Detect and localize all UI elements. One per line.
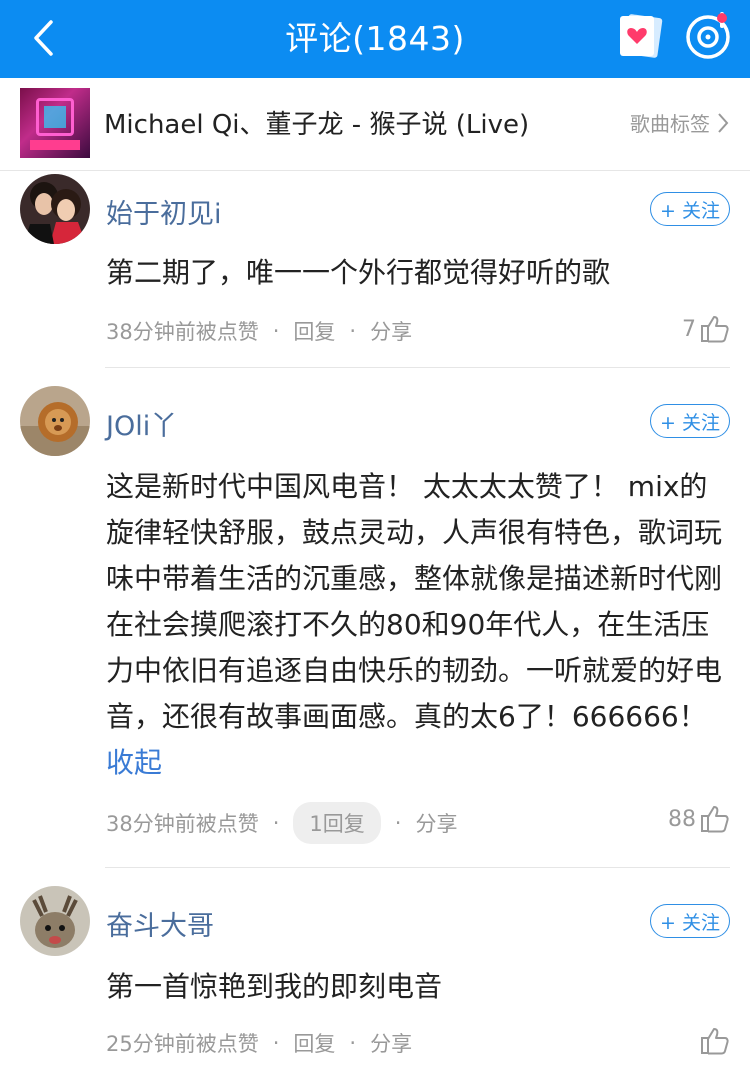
collapse-link[interactable]: 收起	[106, 746, 162, 779]
like-button[interactable]: 88	[668, 804, 730, 834]
reply-button[interactable]: 1回复	[293, 802, 381, 844]
reply-button[interactable]: 回复	[293, 316, 335, 346]
comment-item: JOli丫 + 关注 这是新时代中国风电音！ 太太太太赞了！ mix的旋律轻快舒…	[0, 368, 750, 868]
follow-button[interactable]: + 关注	[650, 192, 730, 226]
like-count: 7	[682, 316, 696, 342]
comment-meta: 25分钟前被点赞 · 回复 · 分享	[106, 1028, 412, 1058]
top-bar: 评论(1843)	[0, 0, 750, 78]
follow-button[interactable]: + 关注	[650, 904, 730, 938]
avatar[interactable]	[20, 174, 90, 244]
heart-card-icon	[620, 14, 663, 58]
music-disc-icon	[686, 12, 730, 59]
like-count: 88	[668, 806, 696, 832]
song-tag-button[interactable]: 歌曲标签	[630, 108, 730, 137]
thumbs-up-icon	[701, 1028, 729, 1055]
avatar[interactable]	[20, 886, 90, 956]
song-title: Michael Qi、董子龙 - 猴子说 (Live)	[104, 110, 530, 140]
share-button[interactable]: 分享	[370, 1028, 412, 1058]
reply-button[interactable]: 回复	[293, 1028, 335, 1058]
username[interactable]: JOli丫	[106, 404, 177, 443]
share-button[interactable]: 分享	[415, 808, 457, 838]
comment-meta: 38分钟前被点赞 · 回复 · 分享	[106, 316, 412, 346]
song-info-bar[interactable]: Michael Qi、董子龙 - 猴子说 (Live) 歌曲标签	[0, 78, 750, 171]
like-time: 38分钟前被点赞	[106, 320, 259, 344]
chevron-right-icon	[718, 112, 729, 133]
thumbs-up-icon	[701, 806, 729, 833]
thumbs-up-icon	[701, 316, 729, 343]
username[interactable]: 奋斗大哥	[106, 904, 214, 943]
username[interactable]: 始于初见i	[106, 192, 222, 231]
comment-text: 第二期了，唯一一个外行都觉得好听的歌	[106, 256, 611, 289]
now-playing-button[interactable]	[682, 10, 734, 62]
share-button[interactable]: 分享	[370, 316, 412, 346]
comment-item: 奋斗大哥 + 关注 第一首惊艳到我的即刻电音 25分钟前被点赞 · 回复 · 分…	[0, 868, 750, 1080]
like-time: 25分钟前被点赞	[106, 1032, 259, 1056]
comment-text: 第一首惊艳到我的即刻电音	[106, 970, 443, 1003]
like-button[interactable]: 7	[682, 314, 730, 344]
like-button[interactable]	[696, 1026, 730, 1056]
comment-item: 始于初见i + 关注 第二期了，唯一一个外行都觉得好听的歌 38分钟前被点赞 ·…	[0, 170, 750, 368]
avatar[interactable]	[20, 386, 90, 456]
share-card-button[interactable]	[612, 10, 668, 62]
comment-text: 这是新时代中国风电音！ 太太太太赞了！ mix的旋律轻快舒服，鼓点灵动，人声很有…	[106, 470, 723, 779]
song-tag-label: 歌曲标签	[630, 112, 710, 136]
comment-meta: 38分钟前被点赞 · 1回复 · 分享	[106, 802, 457, 844]
follow-button[interactable]: + 关注	[650, 404, 730, 438]
like-time: 38分钟前被点赞	[106, 812, 259, 836]
album-cover	[20, 88, 90, 158]
